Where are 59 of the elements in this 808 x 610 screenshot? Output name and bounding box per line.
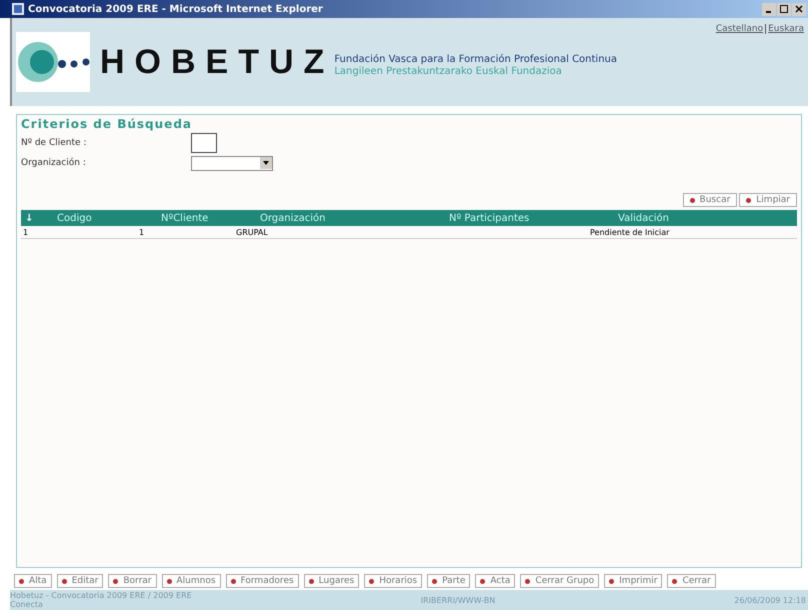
search-panel-button[interactable]: Limpiar xyxy=(739,193,797,207)
client-number-field[interactable] xyxy=(191,133,217,153)
action-button[interactable]: Cerrar Grupo xyxy=(520,574,600,588)
table-cell: 1 xyxy=(23,228,28,236)
bullet-icon xyxy=(113,578,118,584)
column-header[interactable]: Codigo xyxy=(53,212,157,224)
status-text: Hobetuz - Convocatoria 2009 ERE / 2009 ERE xyxy=(10,591,193,600)
action-button[interactable]: Cerrar xyxy=(667,574,716,588)
maximize-icon xyxy=(780,5,788,13)
action-button[interactable]: Alumnos xyxy=(162,574,221,588)
bullet-icon xyxy=(308,578,314,584)
bullet-icon xyxy=(230,578,236,584)
language-link[interactable]: Castellano xyxy=(716,24,764,34)
action-button[interactable]: Imprimir xyxy=(604,574,662,588)
bullet-icon xyxy=(62,578,67,584)
field-label: Organización : xyxy=(21,158,87,168)
minimize-button[interactable] xyxy=(762,2,776,16)
action-button[interactable]: Lugares xyxy=(304,574,360,588)
search-panel-button[interactable]: Buscar xyxy=(682,193,738,207)
bullet-icon xyxy=(432,578,438,584)
bullet-icon xyxy=(609,578,614,584)
close-button[interactable] xyxy=(792,2,806,16)
bullet-icon xyxy=(672,578,678,584)
field-label: Nº de Cliente : xyxy=(21,138,88,148)
window-title: Convocatoria 2009 ERE - Microsoft Internet Explorer xyxy=(28,4,324,14)
bullet-icon xyxy=(480,578,486,584)
language-link[interactable]: Euskara xyxy=(765,24,804,34)
bullet-icon xyxy=(525,578,530,584)
browser-icon xyxy=(12,3,24,15)
status-text: 26/06/2009 12:18 xyxy=(733,596,807,604)
action-button[interactable]: Formadores xyxy=(226,574,299,588)
logo-icon xyxy=(16,32,90,92)
status-text: IRIBERRI/WWW-BN xyxy=(420,596,496,604)
column-header[interactable]: Organización xyxy=(256,212,445,224)
action-button[interactable]: Acta xyxy=(475,574,516,588)
action-button[interactable]: Editar xyxy=(56,574,104,588)
column-header[interactable]: Nº Participantes xyxy=(445,212,614,224)
action-button[interactable]: Parte xyxy=(427,574,470,588)
bullet-icon xyxy=(690,198,695,202)
brand-name: HOBETUZ xyxy=(100,42,334,82)
bullet-icon xyxy=(166,578,172,584)
maximize-button[interactable] xyxy=(777,2,791,16)
close-icon xyxy=(795,5,803,13)
tagline: Langileen Prestakuntzarako Euskal Fundazioa xyxy=(334,66,563,78)
status-text: Conecta xyxy=(10,600,44,609)
table-cell: GRUPAL xyxy=(236,228,268,236)
action-button[interactable]: Horarios xyxy=(364,574,422,588)
tagline: Fundación Vasca para la Formación Profesional Continua xyxy=(334,54,618,66)
table-cell: Pendiente de Iniciar xyxy=(590,228,670,236)
section-title: Criterios de Búsqueda xyxy=(21,117,194,131)
action-button[interactable]: Alta xyxy=(14,574,52,588)
bullet-icon xyxy=(369,578,374,584)
column-header[interactable]: Validación xyxy=(614,212,669,224)
sort-icon[interactable]: ↓ xyxy=(21,212,53,224)
table-cell: 1 xyxy=(139,228,144,236)
bullet-icon xyxy=(19,578,24,584)
bullet-icon xyxy=(746,198,752,202)
action-button[interactable]: Borrar xyxy=(108,574,156,588)
column-header[interactable]: NºCliente xyxy=(157,212,256,224)
